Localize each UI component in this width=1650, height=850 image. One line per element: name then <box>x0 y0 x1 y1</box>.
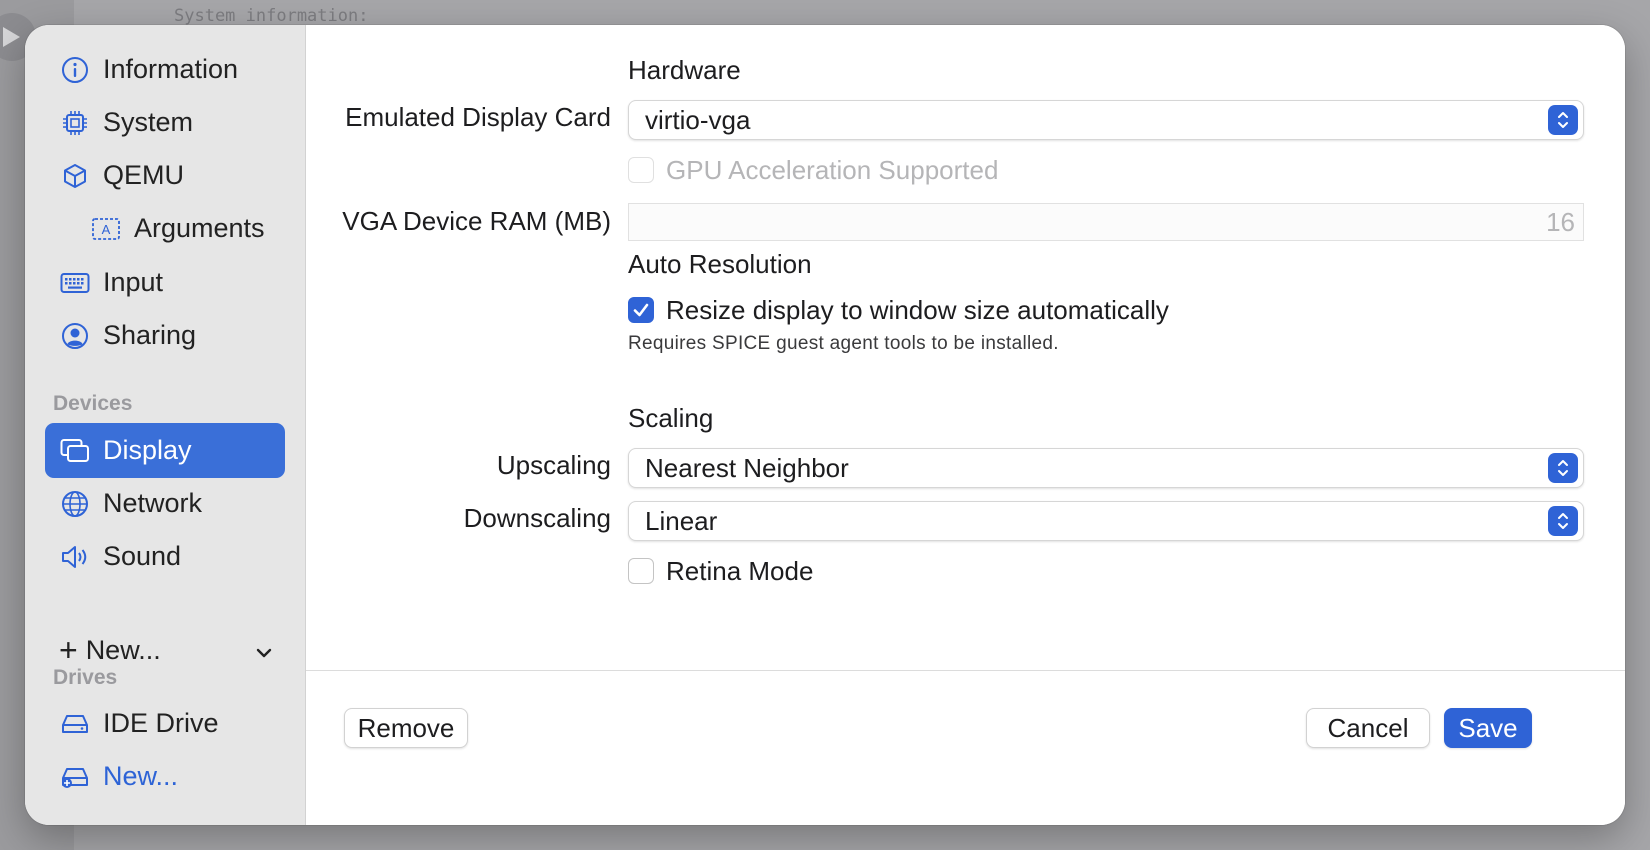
sidebar-item-input[interactable]: Input <box>59 255 163 310</box>
checkmark-icon <box>633 303 649 317</box>
vga-ram-label: VGA Device RAM (MB) <box>342 206 611 236</box>
cancel-button[interactable]: Cancel <box>1306 708 1430 748</box>
resize-display-label: Resize display to window size automatica… <box>666 294 1169 325</box>
hardware-section-title: Hardware <box>628 55 741 85</box>
gpu-acceleration-label: GPU Acceleration Supported <box>666 154 999 185</box>
auto-resolution-section-title: Auto Resolution <box>628 249 812 279</box>
retina-mode-checkbox-row[interactable]: Retina Mode <box>628 554 813 588</box>
sidebar-item-label: Input <box>103 267 164 297</box>
scaling-section-title: Scaling <box>628 403 714 433</box>
display-card-label: Emulated Display Card <box>345 102 611 132</box>
downscaling-label: Downscaling <box>463 503 611 533</box>
new-device-label: New... <box>85 634 161 665</box>
sidebar-item-arguments[interactable]: A Arguments <box>90 201 265 256</box>
sidebar-item-display[interactable]: Display <box>45 423 285 478</box>
sidebar-item-label: Sound <box>103 541 182 571</box>
display-card-value: virtio-vga <box>645 104 751 135</box>
sidebar-item-label: System <box>103 107 194 137</box>
sidebar: Information System QEMU A Arguments Inpu… <box>25 25 306 825</box>
up-down-chevron-icon <box>1548 105 1578 135</box>
sidebar-item-new-drive[interactable]: New... <box>59 749 178 804</box>
vga-ram-field[interactable]: 16 <box>628 203 1584 241</box>
up-down-chevron-icon <box>1548 453 1578 483</box>
info-circle-icon <box>59 54 91 86</box>
plus-icon: + <box>59 632 78 668</box>
save-button[interactable]: Save <box>1444 708 1532 748</box>
drive-icon <box>59 708 91 740</box>
up-down-chevron-icon <box>1548 506 1578 536</box>
text-field-icon: A <box>90 213 122 245</box>
sidebar-item-label: QEMU <box>103 160 184 190</box>
sidebar-item-ide-drive[interactable]: IDE Drive <box>59 696 219 751</box>
settings-dialog: Information System QEMU A Arguments Inpu… <box>25 25 1625 825</box>
sidebar-item-label: Information <box>103 54 239 84</box>
gpu-acceleration-checkbox[interactable] <box>628 157 654 183</box>
remove-button[interactable]: Remove <box>344 708 468 748</box>
footer-divider <box>306 670 1625 671</box>
sidebar-item-label: Arguments <box>134 213 265 243</box>
upscaling-label: Upscaling <box>496 450 611 480</box>
speaker-icon <box>59 541 91 573</box>
downscaling-select[interactable]: Linear <box>628 501 1584 541</box>
svg-text:A: A <box>102 222 111 237</box>
sidebar-item-network[interactable]: Network <box>59 476 202 531</box>
add-drive-icon <box>59 761 91 793</box>
upscaling-select[interactable]: Nearest Neighbor <box>628 448 1584 488</box>
retina-mode-checkbox[interactable] <box>628 558 654 584</box>
sidebar-item-qemu[interactable]: QEMU <box>59 148 184 203</box>
sidebar-item-information[interactable]: Information <box>59 42 238 97</box>
cpu-chip-icon <box>59 107 91 139</box>
upscaling-value: Nearest Neighbor <box>645 452 849 483</box>
resize-display-checkbox-row[interactable]: Resize display to window size automatica… <box>628 293 1169 327</box>
spice-agent-note: Requires SPICE guest agent tools to be i… <box>628 333 1059 354</box>
sidebar-item-system[interactable]: System <box>59 95 193 150</box>
display-windows-icon <box>59 435 91 467</box>
sidebar-item-label: Network <box>103 488 203 518</box>
sidebar-item-label: Sharing <box>103 320 197 350</box>
drives-section-header: Drives <box>53 666 118 689</box>
gpu-acceleration-checkbox-row[interactable]: GPU Acceleration Supported <box>628 153 998 187</box>
retina-mode-label: Retina Mode <box>666 555 814 586</box>
devices-section-header: Devices <box>53 392 133 415</box>
cube-icon <box>59 160 91 192</box>
display-settings-panel: Hardware Emulated Display Card virtio-vg… <box>306 25 1625 825</box>
sidebar-item-label: New... <box>103 761 179 791</box>
person-circle-icon <box>59 320 91 352</box>
keyboard-icon <box>59 267 91 299</box>
background-terminal-text: System information: <box>174 6 369 26</box>
display-card-select[interactable]: virtio-vga <box>628 100 1584 140</box>
sidebar-item-sharing[interactable]: Sharing <box>59 308 196 363</box>
sidebar-item-label: IDE Drive <box>103 708 219 738</box>
globe-icon <box>59 488 91 520</box>
sidebar-item-label: Display <box>103 435 192 465</box>
chevron-down-icon <box>255 635 273 666</box>
downscaling-value: Linear <box>645 505 718 536</box>
sidebar-item-sound[interactable]: Sound <box>59 529 181 584</box>
resize-display-checkbox[interactable] <box>628 297 654 323</box>
